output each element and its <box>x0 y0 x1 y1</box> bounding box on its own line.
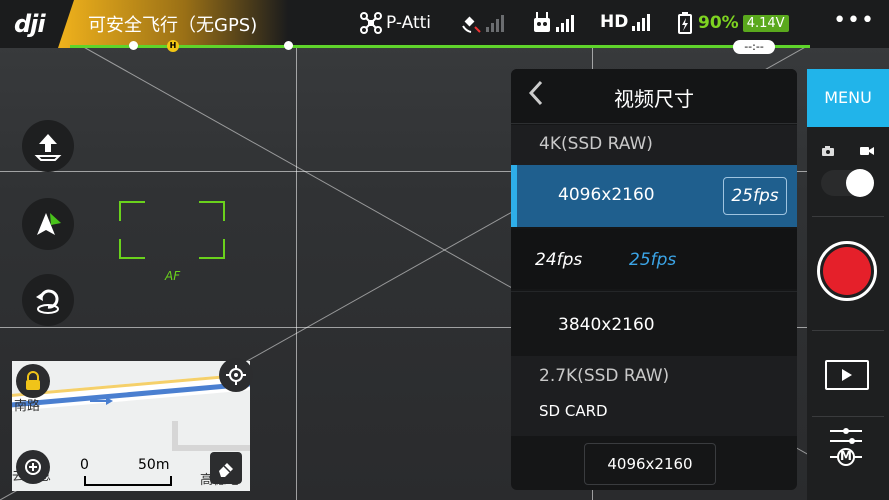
panel-title: 视频尺寸 <box>614 87 694 111</box>
af-corner-bl <box>119 239 145 259</box>
hd-signal-bars <box>632 13 651 31</box>
rail-separator-2 <box>812 330 884 331</box>
intelligent-flight-button[interactable] <box>22 198 74 250</box>
section-header-4k: 4K(SSD RAW) <box>511 125 797 165</box>
map-lock-button[interactable] <box>16 364 50 398</box>
map-scale-bar <box>84 476 172 486</box>
satellite-icon <box>462 16 481 33</box>
flight-timer: --:-- <box>733 40 775 54</box>
battery-percent: 90% <box>698 13 739 33</box>
manual-mode-label: M <box>840 449 852 463</box>
map-clear-button[interactable] <box>210 452 242 484</box>
zoom-in-icon <box>25 459 41 475</box>
af-label: AF <box>165 269 181 283</box>
play-icon <box>842 369 852 381</box>
remote-signal-bars <box>556 14 574 32</box>
video-size-panel: 视频尺寸 4K(SSD RAW) 4096x2160 25fps 24fps 2… <box>511 69 797 490</box>
section-header-2-7k: 2.7K(SSD RAW) SD CARD <box>511 356 797 436</box>
takeoff-button[interactable] <box>22 120 74 172</box>
navigation-arrow-icon <box>37 213 61 235</box>
battery-status[interactable]: 90% 4.14V <box>676 12 789 34</box>
map-zoom-button[interactable] <box>16 450 50 484</box>
map-locate-button[interactable] <box>219 358 253 392</box>
battery-flight-time-bar <box>70 45 810 48</box>
autofocus-frame[interactable] <box>119 201 225 259</box>
record-indicator <box>823 247 871 295</box>
section-header-4k-label: 4K(SSD RAW) <box>539 134 653 154</box>
direction-arrow-icon <box>90 397 113 405</box>
flight-mode-label: P-Atti <box>386 13 432 33</box>
rail-separator-3 <box>812 416 884 417</box>
map-label-south-road: 南路 <box>14 399 41 414</box>
selection-indicator <box>511 165 517 227</box>
af-corner-br <box>199 239 225 259</box>
remote-controller-icon <box>534 12 550 32</box>
lock-icon <box>26 371 40 390</box>
fps-option-row: 24fps 25fps <box>511 229 797 289</box>
home-marker: H <box>167 40 179 52</box>
map-scale-end: 50m <box>138 457 170 473</box>
flight-mode[interactable]: P-Atti <box>360 12 431 34</box>
sd-card-label: SD CARD <box>539 402 608 420</box>
menu-button[interactable]: MENU <box>807 69 889 127</box>
gps-signal[interactable] <box>460 12 504 34</box>
gps-signal-bars <box>486 14 504 32</box>
playback-button[interactable] <box>825 360 869 390</box>
option-3840x2160-label: 3840x2160 <box>558 315 655 335</box>
af-corner-tl <box>119 201 145 221</box>
camera-icon <box>822 146 834 156</box>
af-corner-tr <box>199 201 225 221</box>
more-menu-button[interactable]: ••• <box>833 8 875 33</box>
return-home-icon <box>36 289 59 314</box>
sd-card-resolution-button[interactable]: 4096x2160 <box>584 443 716 485</box>
map-side-road <box>172 421 250 451</box>
return-home-button[interactable] <box>22 274 74 326</box>
takeoff-icon <box>34 134 62 161</box>
video-icon <box>860 147 874 155</box>
hd-label: HD <box>600 12 629 32</box>
battery-icon <box>678 12 692 34</box>
eraser-icon <box>219 463 233 477</box>
camera-settings-button[interactable]: M <box>828 425 864 467</box>
option-4096x2160[interactable]: 4096x2160 25fps <box>511 165 797 227</box>
option-3840x2160[interactable]: 3840x2160 <box>511 291 797 356</box>
crosshair-icon <box>226 365 246 385</box>
rail-separator-1 <box>812 216 884 217</box>
option-4096x2160-label: 4096x2160 <box>558 185 655 205</box>
flight-status-text[interactable]: 可安全飞行（无GPS) <box>88 11 257 37</box>
progress-marker-2 <box>284 41 293 50</box>
panel-header: 视频尺寸 <box>511 69 797 124</box>
fps-option-24[interactable]: 24fps <box>535 250 582 270</box>
fps-option-25[interactable]: 25fps <box>629 250 676 270</box>
record-button[interactable] <box>817 241 877 301</box>
toggle-knob[interactable] <box>846 169 874 197</box>
remote-signal[interactable] <box>532 12 574 34</box>
battery-voltage: 4.14V <box>742 14 789 32</box>
fps-badge[interactable]: 25fps <box>723 177 787 215</box>
progress-marker-1 <box>129 41 138 50</box>
drone-icon <box>360 12 382 34</box>
section-header-2-7k-label: 2.7K(SSD RAW) <box>539 366 670 386</box>
dji-logo[interactable]: dji <box>14 10 46 38</box>
map-scale-start: 0 <box>80 457 89 473</box>
hd-signal[interactable]: HD <box>600 12 651 32</box>
